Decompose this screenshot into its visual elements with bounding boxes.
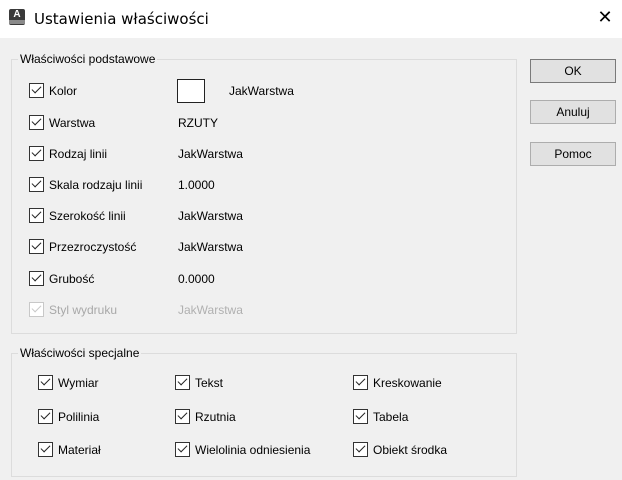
center-mark-label: Obiekt środka bbox=[373, 443, 448, 457]
hatch-checkbox[interactable] bbox=[353, 375, 368, 390]
color-swatch[interactable] bbox=[177, 79, 205, 103]
linetype-scale-value[interactable]: 1.0000 bbox=[178, 178, 215, 192]
special-item-dimension: Wymiar bbox=[38, 373, 168, 395]
polyline-checkbox[interactable] bbox=[38, 409, 53, 424]
lineweight-checkbox[interactable] bbox=[29, 208, 44, 223]
basic-row-color: Kolor JakWarstwa bbox=[29, 79, 509, 103]
center-mark-checkbox[interactable] bbox=[353, 442, 368, 457]
lineweight-label: Szerokość linii bbox=[49, 209, 126, 223]
special-item-hatch: Kreskowanie bbox=[353, 373, 503, 395]
app-icon: A bbox=[9, 9, 25, 25]
special-item-multileader: Wielolinia odniesienia bbox=[175, 440, 345, 462]
dimension-label: Wymiar bbox=[58, 376, 99, 390]
linetype-value[interactable]: JakWarstwa bbox=[178, 147, 243, 161]
special-properties-group: Właściwości specjalne Wymiar Tekst Kresk… bbox=[11, 346, 517, 477]
table-label: Tabela bbox=[373, 410, 409, 424]
basic-row-layer: Warstwa RZUTY bbox=[29, 113, 509, 135]
basic-row-plot-style: Styl wydruku JakWarstwa bbox=[29, 300, 509, 322]
multileader-label: Wielolinia odniesienia bbox=[195, 443, 311, 457]
basic-properties-title: Właściwości podstawowe bbox=[18, 52, 158, 66]
special-item-center-mark: Obiekt środka bbox=[353, 440, 503, 462]
plot-style-value: JakWarstwa bbox=[178, 303, 243, 317]
basic-row-linetype-scale: Skala rodzaju linii 1.0000 bbox=[29, 175, 509, 197]
layer-checkbox[interactable] bbox=[29, 115, 44, 130]
special-item-material: Materiał bbox=[38, 440, 168, 462]
special-item-table: Tabela bbox=[353, 407, 503, 429]
window-title: Ustawienia właściwości bbox=[34, 10, 209, 28]
special-item-polyline: Polilinia bbox=[38, 407, 168, 429]
multileader-checkbox[interactable] bbox=[175, 442, 190, 457]
transparency-value[interactable]: JakWarstwa bbox=[178, 240, 243, 254]
transparency-checkbox[interactable] bbox=[29, 239, 44, 254]
material-checkbox[interactable] bbox=[38, 442, 53, 457]
plot-style-label: Styl wydruku bbox=[49, 303, 118, 317]
dialog-body: Właściwości podstawowe Kolor JakWarstwa … bbox=[0, 38, 622, 480]
special-item-text: Tekst bbox=[175, 373, 335, 395]
layer-label: Warstwa bbox=[49, 116, 96, 130]
lineweight-value[interactable]: JakWarstwa bbox=[178, 209, 243, 223]
linetype-label: Rodzaj linii bbox=[49, 147, 108, 161]
linetype-scale-checkbox[interactable] bbox=[29, 177, 44, 192]
plot-style-checkbox bbox=[29, 302, 44, 317]
cancel-button[interactable]: Anuluj bbox=[530, 100, 616, 124]
thickness-checkbox[interactable] bbox=[29, 271, 44, 286]
color-checkbox[interactable] bbox=[29, 83, 44, 98]
title-bar: A Ustawienia właściwości ✕ bbox=[0, 0, 622, 38]
transparency-label: Przezroczystość bbox=[49, 240, 137, 254]
thickness-value[interactable]: 0.0000 bbox=[178, 272, 215, 286]
close-icon[interactable]: ✕ bbox=[588, 4, 622, 32]
linetype-checkbox[interactable] bbox=[29, 146, 44, 161]
dimension-checkbox[interactable] bbox=[38, 375, 53, 390]
basic-properties-group: Właściwości podstawowe Kolor JakWarstwa … bbox=[11, 52, 517, 334]
basic-row-thickness: Grubość 0.0000 bbox=[29, 269, 509, 291]
color-label: Kolor bbox=[49, 84, 78, 98]
thickness-label: Grubość bbox=[49, 272, 95, 286]
layer-value[interactable]: RZUTY bbox=[178, 116, 218, 130]
basic-row-lineweight: Szerokość linii JakWarstwa bbox=[29, 206, 509, 228]
help-button[interactable]: Pomoc bbox=[530, 142, 616, 166]
basic-row-transparency: Przezroczystość JakWarstwa bbox=[29, 237, 509, 259]
viewport-checkbox[interactable] bbox=[175, 409, 190, 424]
material-label: Materiał bbox=[58, 443, 101, 457]
linetype-scale-label: Skala rodzaju linii bbox=[49, 178, 143, 192]
viewport-label: Rzutnia bbox=[195, 410, 236, 424]
color-value[interactable]: JakWarstwa bbox=[229, 84, 294, 98]
hatch-label: Kreskowanie bbox=[373, 376, 442, 390]
table-checkbox[interactable] bbox=[353, 409, 368, 424]
text-checkbox[interactable] bbox=[175, 375, 190, 390]
basic-row-linetype: Rodzaj linii JakWarstwa bbox=[29, 144, 509, 166]
polyline-label: Polilinia bbox=[58, 410, 100, 424]
special-properties-title: Właściwości specjalne bbox=[18, 346, 142, 360]
special-item-viewport: Rzutnia bbox=[175, 407, 335, 429]
text-label: Tekst bbox=[195, 376, 224, 390]
ok-button[interactable]: OK bbox=[530, 59, 616, 83]
